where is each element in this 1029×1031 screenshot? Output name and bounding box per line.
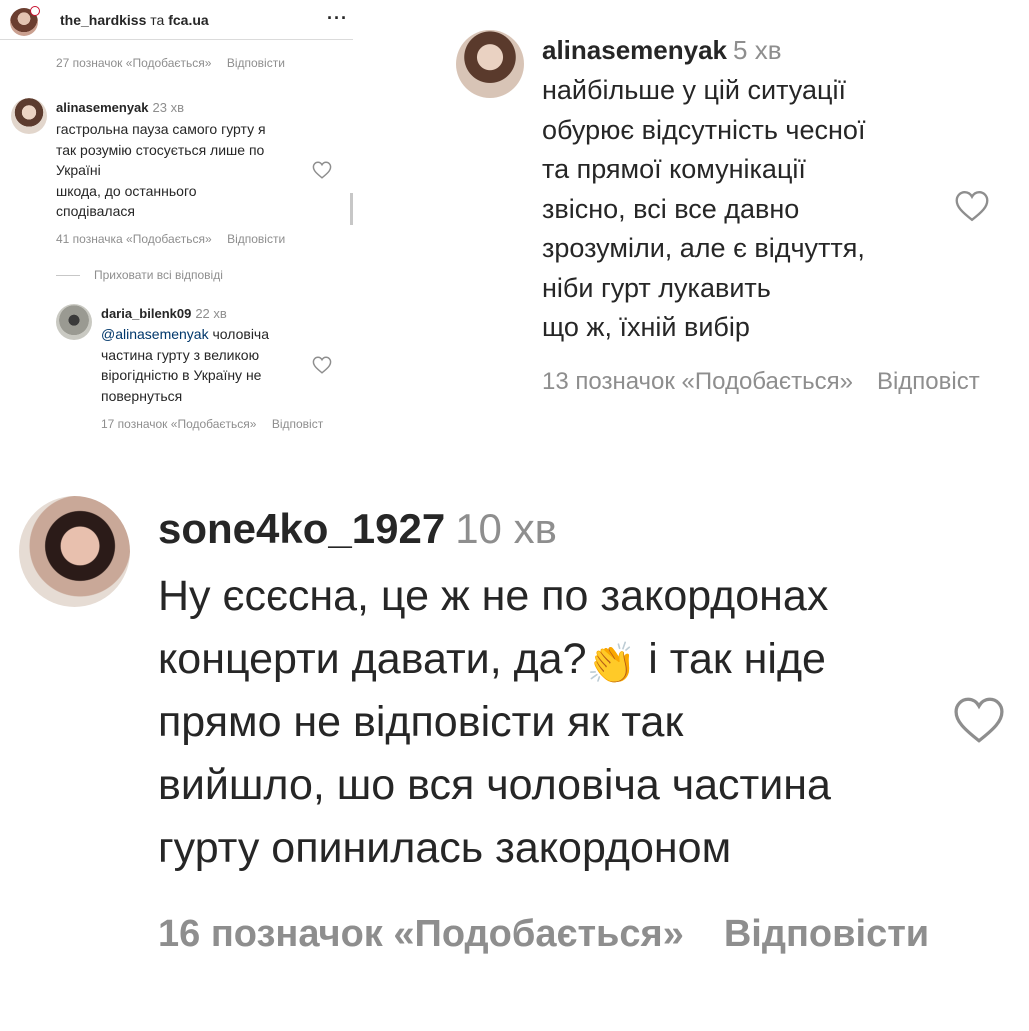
avatar[interactable] xyxy=(56,304,92,340)
timestamp: 10 хв xyxy=(455,505,557,552)
comment-header: alinasemenyak 5 хв xyxy=(542,35,782,66)
username[interactable]: alinasemenyak xyxy=(542,35,727,65)
comment-line: вірогідністю в Україну не xyxy=(101,367,262,383)
avatar[interactable] xyxy=(19,496,130,607)
comment-line: ніби гурт лукавить xyxy=(542,272,771,303)
comment-line: Ну єсєсна, це ж не по закордонах xyxy=(158,572,829,620)
comment-line: гастрольна пауза самого гурту я xyxy=(56,121,266,137)
comment-line-start: концерти давати, да? xyxy=(158,635,587,683)
avatar[interactable] xyxy=(11,98,47,134)
likes-count[interactable]: 17 позначок «Подобається» xyxy=(101,417,256,431)
comment-text: @alinasemenyak чоловіча частина гурту з … xyxy=(101,324,311,406)
username[interactable]: sone4ko_1927 xyxy=(158,505,445,552)
authors-connector: та xyxy=(150,12,165,28)
comment-line: так розумію стосується лише по xyxy=(56,141,265,158)
comment-line-rest: чоловіча xyxy=(208,326,270,342)
comment-line: та прямої комунікації xyxy=(542,154,806,184)
comments-panel-small: the_hardkiss та fca.ua ··· 27 позначок «… xyxy=(0,0,353,443)
comment-header: sone4ko_1927 10 хв xyxy=(158,505,557,553)
clapping-hands-icon: 👏 xyxy=(586,642,637,686)
comment-header: alinasemenyak 23 хв xyxy=(56,100,184,115)
comment-line: шкода, до останнього xyxy=(56,182,197,199)
likes-count[interactable]: 27 позначок «Подобається» xyxy=(56,56,211,70)
reply-button[interactable]: Відповіст xyxy=(877,368,980,395)
heart-outline-icon[interactable] xyxy=(312,356,332,374)
comment-header: daria_bilenk09 22 хв xyxy=(101,306,227,321)
comment-zoomed-large: sone4ko_1927 10 хв Ну єсєсна, це ж не по … xyxy=(0,443,1029,1031)
timestamp: 23 хв xyxy=(152,100,184,115)
collaborator-link[interactable]: fca.ua xyxy=(168,12,208,28)
comment-meta: 41 позначка «Подобається» Відповісти xyxy=(56,232,285,246)
author-link[interactable]: the_hardkiss xyxy=(60,12,146,28)
reply-button[interactable]: Відповіст xyxy=(272,417,323,431)
scrollbar-thumb[interactable] xyxy=(350,193,353,225)
comment-line: зрозуміли, але є відчуття, xyxy=(542,233,865,263)
collab-badge-icon xyxy=(30,6,40,16)
comment-text: гастрольна пауза самого гурту я так розу… xyxy=(56,119,306,222)
username[interactable]: alinasemenyak xyxy=(56,100,149,115)
comment-text: Ну єсєсна, це ж не по закордонах концерт… xyxy=(158,565,938,880)
comment-zoomed-medium: alinasemenyak 5 хв найбільше у цій ситуац… xyxy=(443,0,1029,443)
more-horizontal-icon[interactable]: ··· xyxy=(327,9,348,27)
comment-meta: 16 позначок «Подобається» Відповісти xyxy=(158,913,929,956)
likes-count[interactable]: 13 позначок «Подобається» xyxy=(542,368,853,395)
comment-line: прямо не відповісти як так xyxy=(158,698,684,746)
mention-link[interactable]: @alinasemenyak xyxy=(101,326,209,342)
heart-outline-icon[interactable] xyxy=(954,190,990,222)
heart-outline-icon[interactable] xyxy=(312,161,332,179)
comment-line: повернуться xyxy=(101,387,183,404)
comment-line: концерти давати, да?👏 і так ніде xyxy=(158,628,938,691)
comment-line: частина гурту з великою xyxy=(101,346,260,363)
divider-line xyxy=(56,275,80,276)
avatar[interactable] xyxy=(456,30,524,98)
comment-meta: 27 позначок «Подобається» Відповісти xyxy=(56,56,285,70)
reply-button[interactable]: Відповісти xyxy=(227,56,285,70)
comment-line: що ж, їхній вибір xyxy=(542,312,750,342)
comment-line: гурту опинилась закордоном xyxy=(158,824,732,872)
heart-outline-icon[interactable] xyxy=(952,696,1006,744)
timestamp: 5 хв xyxy=(733,35,782,65)
hide-replies-button[interactable]: Приховати всі відповіді xyxy=(94,268,223,282)
comment-line: сподівалася xyxy=(56,203,135,219)
comment-text: найбільше у цій ситуації обурює відсутні… xyxy=(542,71,962,348)
comment-line: вийшло, шо вся чоловіча частина xyxy=(158,761,831,809)
comment-line: @alinasemenyak чоловіча xyxy=(101,324,311,345)
reply-button[interactable]: Відповісти xyxy=(724,913,929,955)
post-authors: the_hardkiss та fca.ua xyxy=(60,12,209,28)
likes-count[interactable]: 41 позначка «Подобається» xyxy=(56,232,212,246)
comment-line: найбільше у цій ситуації xyxy=(542,75,846,105)
timestamp: 22 хв xyxy=(195,306,227,321)
comment-meta: 13 позначок «Подобається» Відповіст xyxy=(542,368,980,396)
comment-line-rest: і так ніде xyxy=(636,635,826,683)
comment-line: обурює відсутність чесної xyxy=(542,114,866,145)
likes-count[interactable]: 16 позначок «Подобається» xyxy=(158,913,684,955)
comment-line: Україні xyxy=(56,162,101,178)
reply-button[interactable]: Відповісти xyxy=(227,232,285,246)
post-header: the_hardkiss та fca.ua ··· xyxy=(0,0,353,40)
comment-line: звісно, всі все давно xyxy=(542,193,800,224)
comment-meta: 17 позначок «Подобається» Відповіст xyxy=(101,417,323,431)
username[interactable]: daria_bilenk09 xyxy=(101,306,191,321)
